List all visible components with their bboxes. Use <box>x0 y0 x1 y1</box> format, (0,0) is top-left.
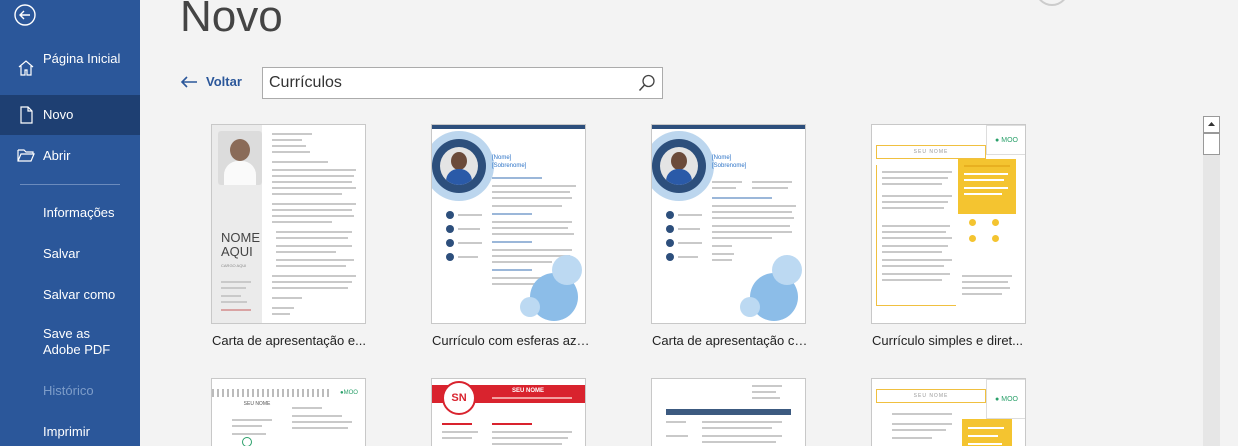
new-document-icon <box>20 106 33 124</box>
arrow-left-icon <box>180 75 197 88</box>
template-label: Carta de apresentação co... <box>652 333 812 348</box>
nav-info-label: Informações <box>43 205 115 220</box>
back-arrow-icon[interactable] <box>14 4 36 26</box>
nav-new-label: Novo <box>43 107 74 122</box>
template-thumbnail[interactable]: SEU NOME ● MOO <box>871 124 1026 324</box>
moo-logo: ● MOO <box>986 379 1025 419</box>
initials-badge: SN <box>442 381 476 415</box>
nav-save-as-label: Salvar como <box>43 287 116 302</box>
nav-info[interactable]: Informações <box>0 196 140 228</box>
nav-open-label: Abrir <box>43 148 71 163</box>
photo-placeholder <box>440 147 478 185</box>
template-search-box[interactable] <box>262 67 663 99</box>
back-button[interactable]: Voltar <box>180 74 242 89</box>
template-thumbnail[interactable]: [Nome] [Sobrenome] <box>431 124 586 324</box>
search-input[interactable] <box>269 73 629 93</box>
nav-home[interactable]: Página Inicial <box>0 50 140 86</box>
photo-placeholder <box>218 131 262 185</box>
nav-save-label: Salvar <box>43 246 80 261</box>
open-folder-icon <box>17 149 35 162</box>
nav-save[interactable]: Salvar <box>0 237 140 269</box>
page-title: Novo <box>180 0 283 41</box>
template-label: Currículo simples e diret... <box>872 333 1023 348</box>
resume-subtitle: CARGO AQUI <box>221 263 247 268</box>
caret-up-icon <box>1208 122 1215 126</box>
template-thumbnail[interactable]: NOME AQUI CARGO AQUI <box>211 124 366 324</box>
backstage-sidebar: Página Inicial Novo Abrir Informações Sa… <box>0 0 140 446</box>
sidebar-divider <box>20 184 120 185</box>
scroll-thumb[interactable] <box>1203 133 1220 155</box>
template-thumbnail[interactable]: SEU NOME ● MOO <box>871 378 1026 446</box>
home-icon <box>18 60 34 76</box>
nav-history: Histórico <box>0 374 140 406</box>
template-label: Carta de apresentação e... <box>212 333 366 348</box>
resume-header: SEU NOME <box>913 393 949 399</box>
nav-save-adobe-pdf[interactable]: Save as Adobe PDF <box>0 318 140 362</box>
nav-history-label: Histórico <box>43 383 94 398</box>
template-thumbnail[interactable]: [Nome] [Sobrenome] <box>651 124 806 324</box>
nav-save-as[interactable]: Salvar como <box>0 278 140 310</box>
template-thumbnail[interactable] <box>651 378 806 446</box>
nav-print-label: Imprimir <box>43 424 90 439</box>
nav-open[interactable]: Abrir <box>0 137 140 173</box>
back-button-label: Voltar <box>206 74 242 89</box>
template-label: Currículo com esferas azuis <box>432 333 592 348</box>
nav-new[interactable]: Novo <box>0 95 140 135</box>
resume-name: [Nome] [Sobrenome] <box>492 155 527 169</box>
moo-logo: ● MOO <box>986 125 1025 155</box>
search-icon[interactable] <box>638 74 656 92</box>
nav-save-adobe-pdf-label: Save as Adobe PDF <box>43 326 111 357</box>
moo-logo: ● MOO <box>334 381 364 405</box>
template-thumbnail[interactable]: SN SEU NOME <box>431 378 586 446</box>
resume-header: SEU NOME <box>243 401 271 407</box>
nav-home-label: Página Inicial <box>43 51 121 66</box>
template-thumbnail[interactable]: SEU NOME ● MOO <box>211 378 366 446</box>
accent-block <box>962 419 1012 446</box>
photo-placeholder <box>660 147 698 185</box>
account-avatar[interactable] <box>1035 0 1069 6</box>
resume-name: [Nome] [Sobrenome] <box>712 155 747 169</box>
resume-name: NOME AQUI <box>221 230 260 259</box>
resume-header: SEU NOME <box>913 149 949 155</box>
scroll-up-button[interactable] <box>1203 116 1220 133</box>
vertical-scrollbar[interactable] <box>1203 116 1220 446</box>
nav-print[interactable]: Imprimir <box>0 415 140 446</box>
resume-header: SEU NOME <box>512 388 545 394</box>
